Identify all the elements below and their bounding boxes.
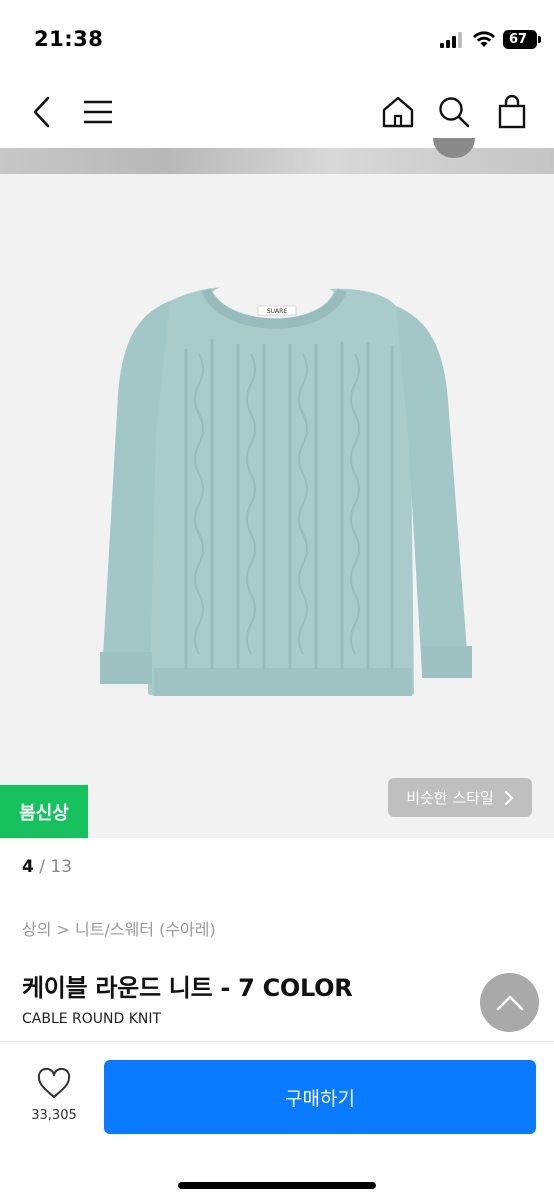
chevron-left-icon — [33, 96, 50, 128]
back-button[interactable] — [22, 92, 62, 132]
hamburger-icon — [84, 100, 112, 124]
pager-separator: / — [39, 857, 45, 877]
similar-style-label: 비슷한 스타일 — [406, 789, 494, 807]
home-indicator — [178, 1182, 376, 1189]
image-carousel-strip — [0, 148, 554, 174]
home-icon — [382, 96, 414, 128]
search-icon — [439, 97, 470, 128]
nav-bar — [0, 78, 554, 146]
product-title: 케이블 라운드 니트 - 7 COLOR — [22, 974, 353, 1002]
new-badge: 봄신상 — [0, 785, 88, 838]
status-bar: 21:38 67 — [0, 0, 554, 78]
product-image[interactable]: SUARE — [0, 174, 554, 838]
scroll-to-top-button[interactable] — [480, 973, 539, 1032]
brand-label-text: SUARE — [267, 308, 287, 315]
search-button[interactable] — [434, 92, 474, 132]
home-button[interactable] — [378, 92, 418, 132]
wifi-icon — [473, 31, 495, 47]
brand-label: SUARE — [267, 308, 287, 315]
chevron-right-icon — [504, 790, 514, 805]
similar-style-button[interactable]: 비슷한 스타일 — [388, 778, 532, 817]
heart-icon — [37, 1068, 71, 1098]
signal-icon — [440, 32, 462, 48]
pager-current: 4 — [22, 857, 34, 877]
battery-tip — [538, 36, 541, 43]
menu-button[interactable] — [78, 92, 118, 132]
sweater-image — [100, 280, 472, 696]
like-button[interactable]: 33,305 — [24, 1068, 84, 1130]
product-subtitle: CABLE ROUND KNIT — [22, 1011, 162, 1027]
status-time: 21:38 — [34, 27, 104, 51]
shopping-bag-icon — [498, 95, 526, 129]
breadcrumb[interactable]: 상의 > 니트/스웨터 (수아레) — [22, 916, 216, 940]
battery-icon: 67 — [503, 30, 537, 49]
battery-level: 67 — [508, 32, 528, 47]
image-pager: 4 / 13 — [22, 857, 72, 877]
cart-button[interactable] — [492, 92, 532, 132]
chevron-up-icon — [496, 995, 523, 1010]
pager-total: 13 — [50, 857, 73, 877]
like-count: 33,305 — [31, 1108, 77, 1123]
divider — [0, 1041, 554, 1042]
buy-button[interactable]: 구매하기 — [104, 1060, 536, 1134]
